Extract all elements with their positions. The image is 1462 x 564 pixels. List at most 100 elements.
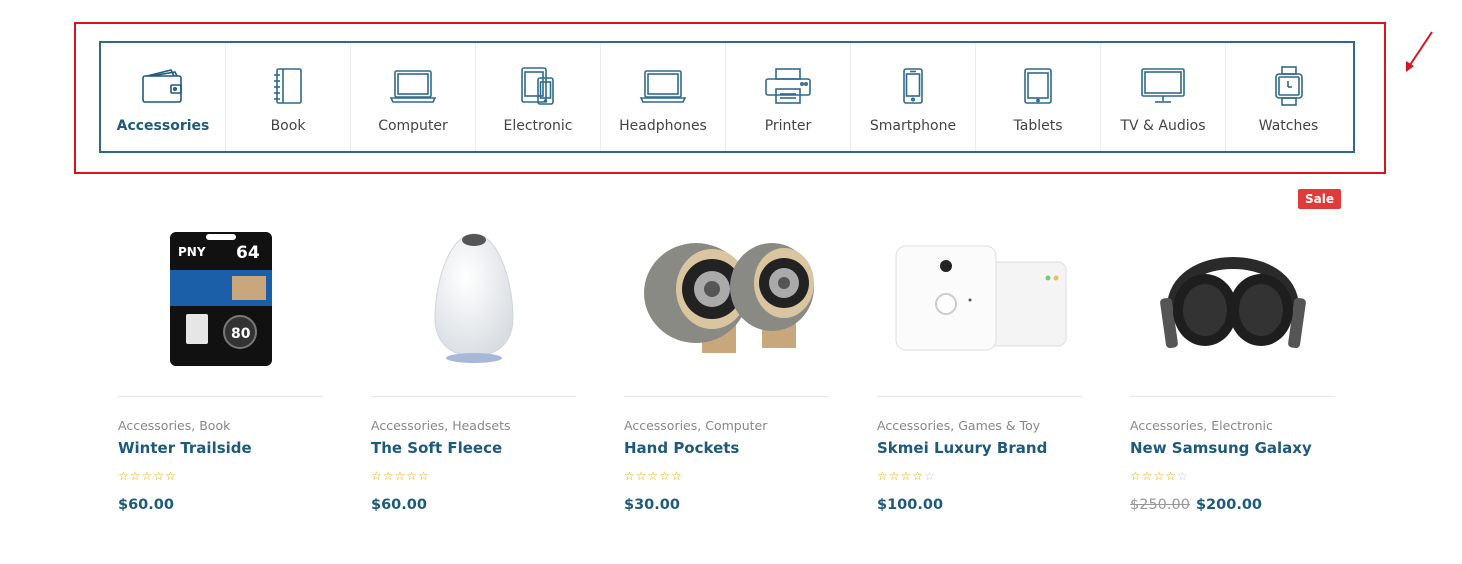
category-label: TV & Audios — [1120, 118, 1206, 134]
product-title[interactable]: Winter Trailside — [118, 439, 323, 457]
product-categories: Accessories, Games & Toy — [877, 418, 1041, 433]
product-card[interactable]: PNY 64 80 Accessories, Book Winter Trail… — [118, 200, 323, 540]
product-categories: Accessories, Headsets — [371, 418, 511, 433]
product-title[interactable]: New Samsung Galaxy — [1130, 439, 1335, 457]
category-link[interactable]: Computer — [705, 418, 767, 433]
star-icon: ☆ — [900, 469, 912, 483]
category-accessories[interactable]: Accessories — [101, 43, 226, 151]
category-electronic[interactable]: Electronic — [476, 43, 601, 151]
category-link[interactable]: Accessories — [371, 418, 444, 433]
rating-stars: ☆ ☆ ☆ ☆ ☆ — [877, 469, 1082, 483]
product-card[interactable]: Accessories, Electronic New Samsung Gala… — [1130, 200, 1335, 540]
star-icon: ☆ — [635, 469, 647, 483]
smart-speaker-image[interactable] — [371, 200, 576, 396]
divider — [1130, 396, 1335, 397]
star-icon: ☆ — [1153, 469, 1165, 483]
category-link[interactable]: Games & Toy — [958, 418, 1040, 433]
category-link[interactable]: Book — [199, 418, 230, 433]
divider — [118, 396, 323, 397]
svg-text:80: 80 — [231, 326, 251, 342]
smartphone-icon — [888, 65, 938, 107]
tv-icon — [1138, 65, 1188, 107]
category-computer[interactable]: Computer — [351, 43, 476, 151]
price: $60.00 — [371, 497, 427, 513]
category-label: Watches — [1258, 118, 1319, 134]
product-title[interactable]: The Soft Fleece — [371, 439, 576, 457]
category-smartphone[interactable]: Smartphone — [851, 43, 976, 151]
divider — [371, 396, 576, 397]
category-tablets[interactable]: Tablets — [976, 43, 1101, 151]
price: $200.00 — [1195, 497, 1263, 513]
star-icon: ☆ — [924, 469, 935, 483]
category-link[interactable]: Accessories — [624, 418, 697, 433]
category-label: Smartphone — [869, 118, 957, 134]
product-categories: Accessories, Electronic — [1130, 418, 1273, 433]
price: $60.00 — [118, 497, 174, 513]
printer-icon — [763, 65, 813, 107]
old-price: $250.00 — [1130, 497, 1190, 513]
star-icon: ☆ — [912, 469, 924, 483]
star-icon: ☆ — [671, 469, 682, 483]
star-icon: ☆ — [647, 469, 659, 483]
wallet-icon — [138, 65, 188, 107]
star-icon: ☆ — [141, 469, 153, 483]
star-icon: ☆ — [1141, 469, 1153, 483]
category-headphones[interactable]: Headphones — [601, 43, 726, 151]
star-icon: ☆ — [406, 469, 418, 483]
star-icon: ☆ — [129, 469, 141, 483]
rating-stars: ☆ ☆ ☆ ☆ ☆ — [624, 469, 829, 483]
category-tv-audios[interactable]: TV & Audios — [1101, 43, 1226, 151]
wooden-speakers-image[interactable] — [624, 200, 829, 396]
category-book[interactable]: Book — [226, 43, 351, 151]
star-icon: ☆ — [888, 469, 900, 483]
product-categories: Accessories, Computer — [624, 418, 768, 433]
star-icon: ☆ — [394, 469, 406, 483]
star-icon: ☆ — [1130, 469, 1141, 483]
star-icon: ☆ — [624, 469, 635, 483]
category-link[interactable]: Electronic — [1211, 418, 1273, 433]
product-card[interactable]: Accessories, Games & Toy Skmei Luxury Br… — [877, 200, 1082, 540]
product-title[interactable]: Skmei Luxury Brand — [877, 439, 1082, 457]
star-icon: ☆ — [1177, 469, 1188, 483]
product-card[interactable]: Accessories, Computer Hand Pockets ☆ ☆ ☆ ☆ ☆… — [624, 200, 829, 540]
headphones-image[interactable] — [1130, 200, 1335, 396]
blink-camera-image[interactable] — [877, 200, 1082, 396]
product-card[interactable]: Accessories, Headsets The Soft Fleece ☆ ☆… — [371, 200, 576, 540]
product-price: $100.00 — [877, 497, 1082, 513]
product-price: $250.00 $200.00 — [1130, 497, 1335, 513]
divider — [877, 396, 1082, 397]
sd-card-image[interactable]: PNY 64 80 — [118, 200, 323, 396]
category-label: Tablets — [1013, 118, 1063, 134]
product-price: $60.00 — [118, 497, 323, 513]
svg-text:64: 64 — [236, 243, 260, 263]
arrow-icon — [1406, 31, 1433, 72]
category-link[interactable]: Accessories — [118, 418, 191, 433]
category-label: Electronic — [503, 118, 573, 134]
category-link[interactable]: Accessories — [1130, 418, 1203, 433]
svg-text:PNY: PNY — [178, 245, 206, 259]
rating-stars: ☆ ☆ ☆ ☆ ☆ — [118, 469, 323, 483]
star-icon: ☆ — [659, 469, 671, 483]
price: $30.00 — [624, 497, 680, 513]
star-icon: ☆ — [118, 469, 129, 483]
category-link[interactable]: Accessories — [877, 418, 950, 433]
divider — [624, 396, 829, 397]
tablet-icon — [1013, 65, 1063, 107]
category-label: Computer — [378, 118, 448, 134]
star-icon: ☆ — [371, 469, 382, 483]
product-price: $30.00 — [624, 497, 829, 513]
product-categories: Accessories, Book — [118, 418, 231, 433]
product-price: $60.00 — [371, 497, 576, 513]
category-label: Book — [270, 118, 306, 134]
product-grid: PNY 64 80 Accessories, Book Winter Trail… — [118, 200, 1338, 540]
category-label: Printer — [764, 118, 812, 134]
rating-stars: ☆ ☆ ☆ ☆ ☆ — [1130, 469, 1335, 483]
watch-icon — [1264, 65, 1314, 107]
category-watches[interactable]: Watches — [1226, 43, 1351, 151]
devices-icon — [513, 65, 563, 107]
notebook-icon — [263, 65, 313, 107]
category-link[interactable]: Headsets — [452, 418, 510, 433]
product-title[interactable]: Hand Pockets — [624, 439, 829, 457]
category-label: Accessories — [116, 118, 210, 134]
category-printer[interactable]: Printer — [726, 43, 851, 151]
